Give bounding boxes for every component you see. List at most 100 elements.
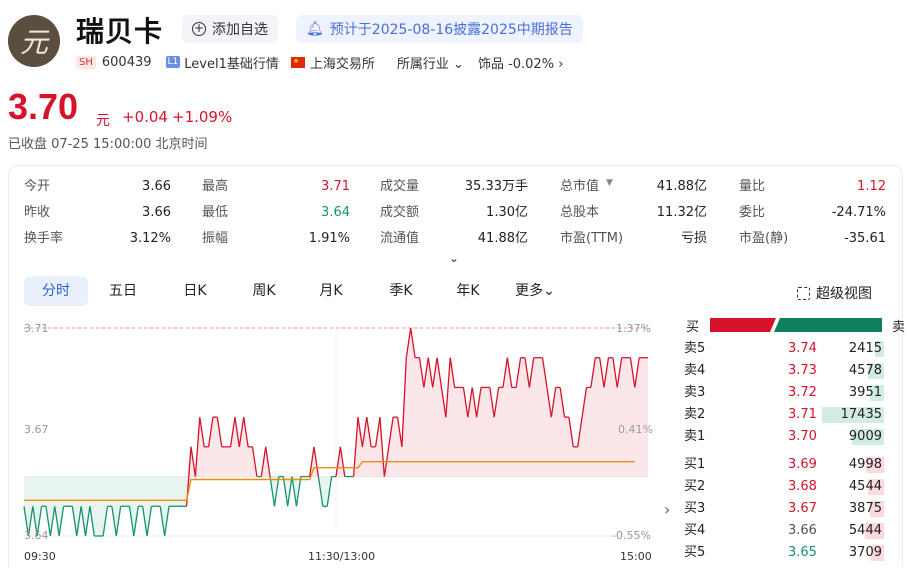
stat-value: 3.71 — [321, 179, 350, 194]
stat-label: 今开 — [24, 179, 51, 194]
plus-circle-icon: + — [192, 21, 206, 36]
stat-value: -24.71% — [831, 205, 886, 220]
level-price: 3.69 — [788, 457, 817, 472]
level-label: 卖1 — [684, 429, 706, 444]
y-axis-pct-min: -0.55% — [612, 529, 651, 542]
add-watchlist-label: 添加自选 — [212, 22, 268, 38]
tab-more-label: 更多 — [515, 283, 544, 299]
ask-row[interactable]: 卖1 3.70 9009 — [684, 426, 884, 448]
stat-label: 成交额 — [380, 205, 420, 220]
level-volume: 3875 — [848, 501, 882, 516]
expand-chevron-icon[interactable]: ⌄ — [449, 251, 459, 265]
stat-value: 1.12 — [857, 179, 886, 194]
level-label: 卖3 — [684, 385, 706, 400]
tab-daily-k[interactable]: 日K — [158, 276, 232, 306]
stat-label[interactable]: 总市值 — [560, 177, 599, 197]
stat-value: 41.88亿 — [477, 231, 528, 246]
stat-value: 3.64 — [321, 205, 350, 220]
ask-row[interactable]: 卖2 3.71 17435 — [684, 404, 884, 426]
collapse-orderbook-icon[interactable]: › — [664, 500, 670, 519]
stat-label: 流通值 — [380, 231, 420, 246]
buy-side-label: 买 — [686, 320, 700, 335]
level-volume: 4998 — [848, 457, 882, 472]
y-axis-pct-max: 1.37% — [616, 322, 651, 335]
chevron-down-icon: ⌄ — [543, 283, 555, 299]
stat-label: 总股本 — [560, 205, 600, 220]
report-notice-text: 预计于2025-08-16披露2025中期报告 — [329, 22, 573, 38]
industry-dropdown[interactable]: 所属行业 ⌄ — [397, 53, 464, 72]
stat-value: 11.32亿 — [656, 205, 707, 220]
dropdown-triangle-icon[interactable]: ▼ — [606, 178, 613, 188]
level-volume: 3709 — [848, 545, 882, 560]
stat-value: 3.66 — [142, 179, 171, 194]
ask-row[interactable]: 卖3 3.72 3951 — [684, 382, 884, 404]
sell-side-label: 卖 — [892, 320, 906, 335]
stat-value: 亏损 — [680, 231, 707, 246]
expand-icon — [797, 286, 810, 300]
x-axis-open: 09:30 — [24, 550, 56, 563]
chevron-down-icon: ⌄ — [453, 56, 464, 72]
stat-label: 成交量 — [380, 179, 420, 194]
bell-icon: 🔔︎ — [306, 21, 324, 37]
chevron-right-icon: › — [558, 56, 564, 72]
stat-label: 市盈(TTM) — [560, 231, 624, 246]
bid-row[interactable]: 买3 3.67 3875 — [684, 498, 884, 520]
tab-yearly-k[interactable]: 年K — [436, 276, 500, 306]
level-price: 3.66 — [788, 523, 817, 538]
level-label: 买2 — [684, 479, 706, 494]
sector-link[interactable]: 饰品 -0.02% › — [478, 53, 563, 72]
level-volume: 2415 — [848, 341, 882, 356]
stock-logo: 元 — [8, 15, 60, 67]
bid-row[interactable]: 买4 3.66 5444 — [684, 520, 884, 542]
chart-tabs: 分时 五日 日K 周K 月K 季K 年K 更多⌄ — [24, 276, 570, 306]
price-change: +0.04 — [122, 108, 168, 126]
add-watchlist-button[interactable]: + 添加自选 — [182, 15, 278, 43]
level-label: 买4 — [684, 523, 706, 538]
level-volume: 9009 — [848, 429, 882, 444]
stat-value: 3.66 — [142, 205, 171, 220]
exchange-name: 上海交易所 — [309, 56, 375, 72]
tab-five-day[interactable]: 五日 — [88, 276, 158, 306]
report-notice-button[interactable]: 🔔︎ 预计于2025-08-16披露2025中期报告 — [296, 15, 583, 43]
level-label: 买1 — [684, 457, 706, 472]
stat-value: 1.91% — [308, 231, 350, 246]
y-axis-pct-mid: 0.41% — [618, 423, 653, 436]
level-price: 3.65 — [788, 545, 817, 560]
stat-label: 换手率 — [24, 231, 64, 246]
tab-monthly-k[interactable]: 月K — [296, 276, 366, 306]
super-view-button[interactable]: 超级视图 — [797, 283, 872, 303]
stat-value: 3.12% — [129, 231, 171, 246]
intraday-chart[interactable] — [0, 310, 680, 568]
level-label: 卖2 — [684, 407, 706, 422]
level-label: 买5 — [684, 545, 706, 560]
tab-weekly-k[interactable]: 周K — [232, 276, 296, 306]
bid-row[interactable]: 买5 3.65 3709 — [684, 542, 884, 564]
level-label: 卖4 — [684, 363, 706, 378]
level-price: 3.72 — [788, 385, 817, 400]
stat-label: 委比 — [739, 205, 766, 220]
stock-meta: SH 600439 L1 Level1基础行情 上海交易所 所属行业 ⌄ 饰品 … — [76, 53, 563, 72]
stat-value: 41.88亿 — [656, 179, 707, 194]
ask-row[interactable]: 卖4 3.73 4578 — [684, 360, 884, 382]
y-axis-mid: 3.67 — [24, 423, 49, 436]
super-view-label: 超级视图 — [816, 286, 872, 302]
tab-more[interactable]: 更多⌄ — [500, 276, 570, 306]
bid-row[interactable]: 买2 3.68 4544 — [684, 476, 884, 498]
level-price: 3.68 — [788, 479, 817, 494]
level-text: Level1基础行情 — [184, 56, 279, 72]
stat-value: 1.30亿 — [486, 205, 528, 220]
level-volume: 3951 — [848, 385, 882, 400]
tab-quarterly-k[interactable]: 季K — [366, 276, 436, 306]
logo-glyph: 元 — [19, 26, 48, 59]
stat-label: 量比 — [739, 179, 766, 194]
sector-text: 饰品 -0.02% — [477, 56, 555, 72]
price-unit: 元 — [96, 113, 110, 129]
level-price: 3.67 — [788, 501, 817, 516]
price-change-pct: +1.09% — [172, 108, 233, 126]
bid-row[interactable]: 买1 3.69 4998 — [684, 454, 884, 476]
tab-intraday[interactable]: 分时 — [24, 276, 88, 306]
level-price: 3.73 — [788, 363, 817, 378]
ask-row[interactable]: 卖5 3.74 2415 — [684, 338, 884, 360]
buy-sell-ratio-bar — [710, 318, 882, 332]
stat-label: 市盈(静) — [739, 231, 789, 246]
